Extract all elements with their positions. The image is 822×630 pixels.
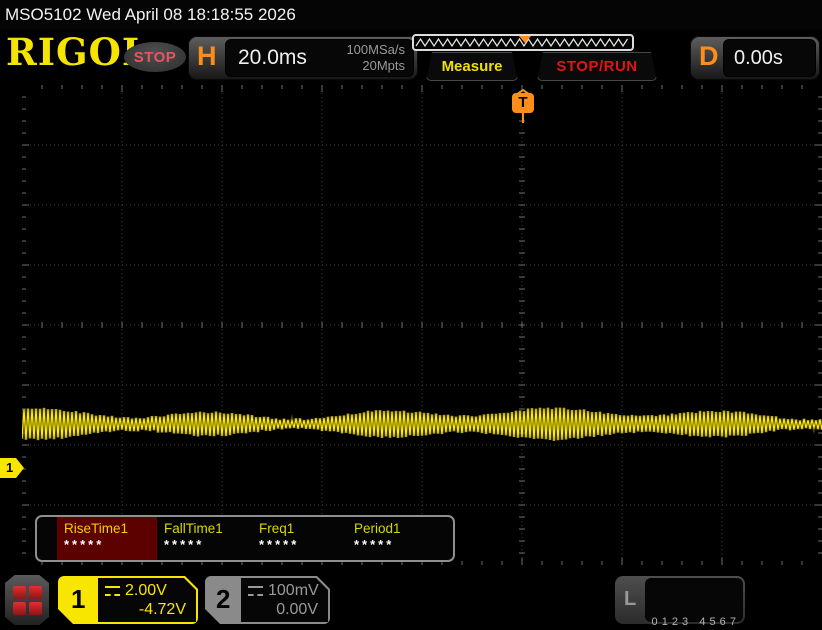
dc-coupling-icon — [248, 586, 263, 596]
trigger-t-icon: T — [512, 93, 534, 113]
logic-channel-list: 0 1 2 3 4 5 6 7 8 9 10 11 12 13 14 15 — [645, 578, 743, 622]
trigger-marker[interactable]: T — [512, 85, 534, 125]
measurement-label: Period1 — [354, 521, 442, 536]
logic-analyzer-label: L — [624, 588, 636, 611]
h-inner-box: 20.0ms 100MSa/s 20Mpts — [225, 39, 414, 77]
delay-settings-button[interactable]: D 0.00s — [690, 36, 820, 80]
d-inner-box: 0.00s — [723, 39, 816, 77]
sample-rate-and-depth: 100MSa/s 20Mpts — [346, 42, 405, 74]
measurement-value: ***** — [164, 537, 252, 552]
horizontal-settings-button[interactable]: H 20.0ms 100MSa/s 20Mpts — [188, 36, 418, 80]
run-state-badge: STOP — [124, 42, 186, 72]
graticule-area — [22, 85, 822, 565]
bottom-bar: 1 2.00V -4.72V 2 100mV 0.00V L — [0, 565, 822, 630]
h-label: H — [197, 41, 217, 72]
menu-grid-button[interactable] — [5, 575, 49, 625]
channel2-number: 2 — [216, 584, 230, 615]
measurement-label: Freq1 — [259, 521, 347, 536]
waveform-overview-bar[interactable] — [412, 34, 634, 51]
logic-analyzer-panel[interactable]: L 0 1 2 3 4 5 6 7 8 9 10 11 12 13 14 15 — [615, 576, 745, 624]
measurement-item-freq[interactable]: Freq1 ***** — [252, 517, 347, 560]
titlebar-model-datetime: MSO5102 Wed April 08 18:18:55 2026 — [0, 0, 822, 30]
stop-run-button[interactable]: STOP/RUN — [537, 52, 657, 81]
timebase-value: 20.0ms — [238, 46, 307, 70]
measurement-item-falltime[interactable]: FallTime1 ***** — [157, 517, 252, 560]
trigger-stem — [522, 113, 524, 123]
measurement-value: ***** — [64, 537, 157, 552]
measurement-item-period[interactable]: Period1 ***** — [347, 517, 442, 560]
channel1-offset: -4.72V — [98, 601, 196, 619]
channel1-readout: 2.00V -4.72V — [98, 578, 196, 622]
channel2-panel[interactable]: 2 100mV 0.00V — [205, 576, 330, 624]
channel2-offset: 0.00V — [241, 601, 328, 619]
header-row: RIGOL STOP H 20.0ms 100MSa/s 20Mpts Meas… — [0, 30, 822, 85]
d-label: D — [699, 41, 719, 72]
measurement-panel: RiseTime1 ***** FallTime1 ***** Freq1 **… — [35, 515, 455, 562]
ch1-ground-marker[interactable]: 1 — [0, 458, 24, 478]
measurement-value: ***** — [354, 537, 442, 552]
menu-grid-icon — [13, 586, 42, 615]
channel1-scale: 2.00V — [125, 582, 167, 600]
channel2-readout: 100mV 0.00V — [241, 578, 328, 622]
measurement-label: FallTime1 — [164, 521, 252, 536]
sample-rate: 100MSa/s — [346, 42, 405, 58]
channel1-waveform — [22, 85, 822, 565]
memory-depth: 20Mpts — [346, 58, 405, 74]
measure-button[interactable]: Measure — [426, 52, 518, 81]
measurement-value: ***** — [259, 537, 347, 552]
oscilloscope-screen: MSO5102 Wed April 08 18:18:55 2026 RIGOL… — [0, 0, 822, 630]
channel2-scale: 100mV — [268, 582, 319, 600]
channel1-panel[interactable]: 1 2.00V -4.72V — [58, 576, 198, 624]
measurement-label: RiseTime1 — [64, 521, 157, 536]
dc-coupling-icon — [105, 586, 120, 596]
channel1-number: 1 — [71, 584, 85, 615]
logic-row-1: 0 1 2 3 4 5 6 7 — [645, 615, 743, 630]
delay-value: 0.00s — [734, 47, 783, 70]
measurement-item-risetime[interactable]: RiseTime1 ***** — [57, 517, 157, 560]
